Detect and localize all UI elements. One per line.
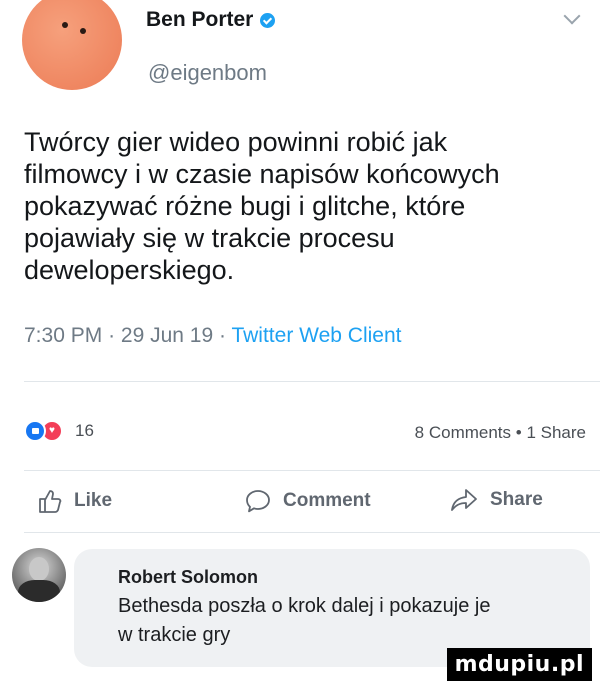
avatar-eye [62, 22, 68, 28]
share-button[interactable]: Share [450, 488, 543, 512]
like-button[interactable]: Like [38, 488, 112, 514]
tweet-client-link[interactable]: Twitter Web Client [231, 324, 401, 347]
tweet-line: pojawiały się w trakcie procesu [24, 223, 395, 253]
comment-line: Bethesda poszła o krok dalej i pokazuje … [118, 595, 491, 617]
tweet-text: Twórcy gier wideo powinni robić jak film… [24, 126, 584, 286]
author-name-row: Ben Porter [146, 8, 276, 32]
tweet-metadata: 7:30 PM · 29 Jun 19 · Twitter Web Client [24, 324, 401, 348]
reactions-summary[interactable]: 16 [24, 420, 94, 442]
watermark-logo: mdupiu.pl [446, 648, 592, 681]
verified-badge-icon [260, 12, 276, 28]
commenter-avatar[interactable] [12, 548, 66, 602]
avatar-face [29, 557, 49, 581]
divider [24, 381, 600, 382]
stats-separator: • [515, 423, 522, 442]
divider [24, 532, 600, 533]
comment-bubble-icon [246, 490, 270, 513]
share-label: Share [490, 489, 543, 510]
chevron-down-icon[interactable] [563, 7, 581, 25]
tweet-line: filmowcy i w czasie napisów końcowych [24, 159, 500, 189]
commenter-name[interactable]: Robert Solomon [118, 567, 258, 588]
author-name[interactable]: Ben Porter [146, 8, 253, 32]
tweet-time: 7:30 PM [24, 324, 103, 347]
thumbs-up-icon [39, 490, 62, 513]
divider [24, 470, 600, 471]
tweet-line: pokazywać różne bugi i glitche, które [24, 191, 466, 221]
author-handle[interactable]: @eigenbom [148, 60, 267, 86]
comment-label: Comment [283, 490, 371, 511]
share-arrow-icon [451, 489, 477, 511]
comment-button[interactable]: Comment [245, 488, 371, 514]
like-label: Like [74, 490, 113, 511]
meta-separator: · [108, 324, 116, 347]
comments-count-link[interactable]: 8 Comments [415, 423, 511, 442]
avatar-suit [18, 580, 60, 602]
like-reaction-icon [24, 420, 46, 442]
engagement-stats: 8 Comments • 1 Share [415, 423, 586, 443]
reaction-count: 16 [75, 421, 94, 440]
tweet-date: 29 Jun 19 [120, 324, 214, 347]
tweet-line: Twórcy gier wideo powinni robić jak [24, 127, 448, 157]
comment-line: w trakcie gry [118, 624, 231, 646]
comment-text: Bethesda poszła o krok dalej i pokazuje … [118, 592, 578, 650]
meta-separator: · [219, 324, 226, 347]
author-avatar[interactable] [22, 0, 122, 90]
avatar-eye [80, 28, 86, 34]
shares-count-link[interactable]: 1 Share [526, 423, 586, 442]
tweet-line: deweloperskiego. [24, 255, 235, 285]
action-bar: Like Comment Share [0, 488, 600, 522]
